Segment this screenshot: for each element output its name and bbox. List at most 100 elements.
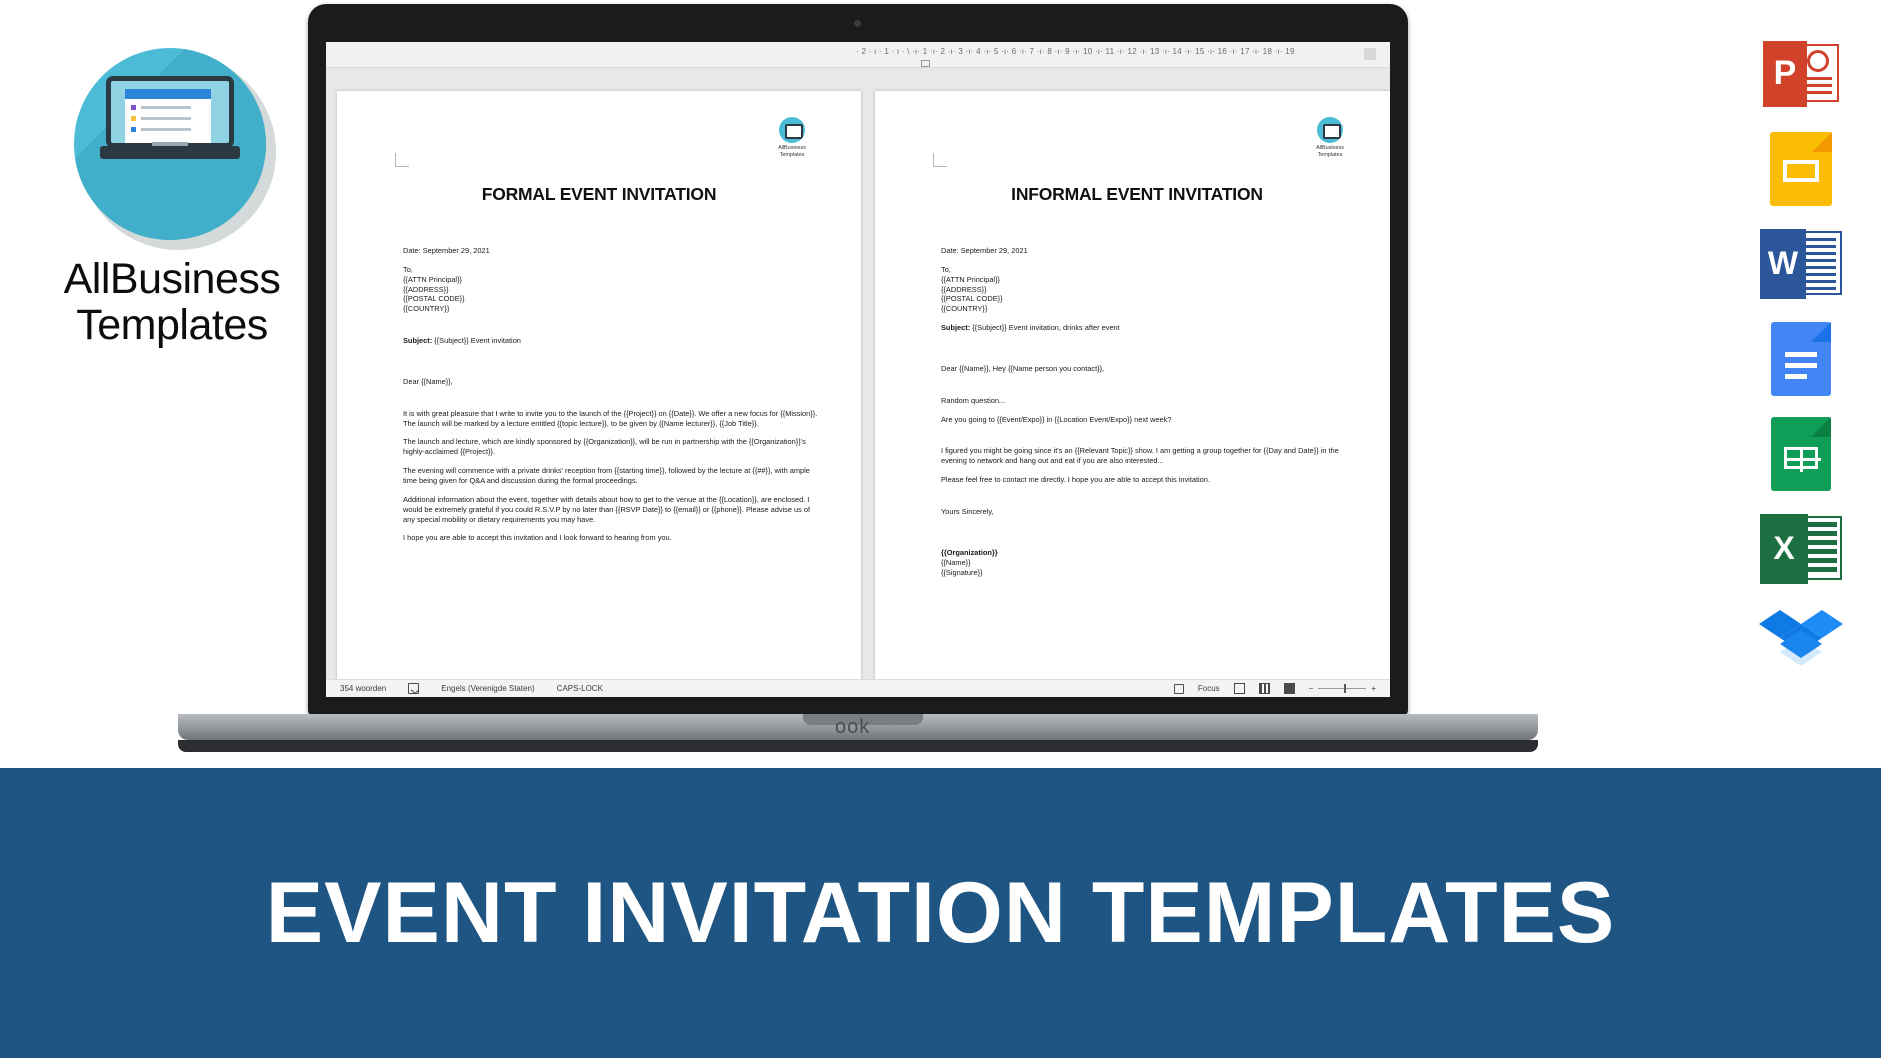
informal-to-line-1: {{ADDRESS}} xyxy=(941,284,987,294)
formal-to-line-0: {{ATTN Principal}} xyxy=(403,274,463,284)
informal-to-label: To, xyxy=(941,264,951,274)
print-layout-icon[interactable] xyxy=(1258,683,1270,694)
formal-to-line-1: {{ADDRESS}} xyxy=(403,284,449,294)
informal-paragraph-1: Are you going to {{Event/Expo}} in {{Loc… xyxy=(941,414,1172,424)
informal-salutation: Dear {{Name}}, Hey {{Name person you con… xyxy=(941,363,1105,373)
zoom-knob[interactable] xyxy=(1344,684,1347,693)
informal-subject-value: {{Subject}} Event invitation, drinks aft… xyxy=(972,323,1120,333)
informal-paragraph-2: I figured you might be going since it's … xyxy=(941,446,1339,466)
rail-item-word[interactable]: W xyxy=(1751,216,1851,311)
google-sheets-icon xyxy=(1771,416,1831,491)
formal-to-label: To, xyxy=(403,264,413,274)
formal-paragraph-3: Additional information about the event, … xyxy=(403,494,811,524)
informal-signature-1: {{Name}} xyxy=(941,557,971,567)
formal-document-body[interactable]: Date: September 29, 2021 To, {{ATTN Prin… xyxy=(403,246,821,552)
informal-to-line-0: {{ATTN Principal}} xyxy=(941,274,1001,284)
rail-item-google-slides[interactable] xyxy=(1751,121,1851,216)
document-canvas[interactable]: AllBusiness Templates FORMAL EVENT INVIT… xyxy=(326,69,1390,687)
zoom-track[interactable] xyxy=(1318,684,1367,693)
brand-title-line2: Templates xyxy=(76,301,268,350)
formal-to-line-3: {{COUNTRY}} xyxy=(403,304,450,314)
zoom-out-button[interactable]: − xyxy=(1309,684,1314,693)
web-layout-icon[interactable] xyxy=(1283,683,1295,694)
formal-document-title: FORMAL EVENT INVITATION xyxy=(481,184,717,204)
proofing-errors-icon[interactable] xyxy=(408,683,420,694)
read-mode-icon[interactable] xyxy=(1233,683,1245,694)
word-application-window: · 2 · ι · 1 · ι · \ ·ι· 1 ·ι· 2 ·ι· 3 ·ι… xyxy=(326,42,1390,697)
informal-date: Date: September 29, 2021 xyxy=(941,246,1028,255)
informal-paragraph-3: Please feel free to contact me directly.… xyxy=(941,475,1210,485)
page-formal-invitation[interactable]: AllBusiness Templates FORMAL EVENT INVIT… xyxy=(337,91,861,687)
formal-subject-label: Subject: xyxy=(403,336,433,346)
informal-paragraph-0: Random question... xyxy=(941,395,1006,405)
bottom-banner: EVENT INVITATION TEMPLATES xyxy=(0,768,1881,1058)
margin-corner-mark xyxy=(933,153,947,167)
focus-mode-icon[interactable] xyxy=(1173,683,1184,694)
laptop-mockup: · 2 · ι · 1 · ι · \ ·ι· 1 ·ι· 2 ·ι· 3 ·ι… xyxy=(178,4,1538,764)
formal-paragraph-2: The evening will commence with a private… xyxy=(403,466,810,485)
informal-signature-0: {{Organization}} xyxy=(941,547,998,557)
formal-to-line-2: {{POSTAL CODE}} xyxy=(403,294,465,304)
rail-item-google-sheets[interactable] xyxy=(1751,406,1851,501)
formal-paragraph-4: I hope you are able to accept this invit… xyxy=(403,533,672,543)
doc-logo-line2: Templates xyxy=(1317,151,1343,158)
zoom-in-button[interactable]: + xyxy=(1371,684,1376,693)
rail-item-excel[interactable]: X xyxy=(1751,501,1851,596)
brand-block: AllBusiness Templates xyxy=(22,48,322,349)
doc-logo-line2: Templates xyxy=(779,151,805,158)
indent-marker[interactable] xyxy=(921,60,930,67)
focus-label[interactable]: Focus xyxy=(1198,684,1220,693)
document-logo: AllBusiness Templates xyxy=(1307,117,1353,159)
formal-salutation: Dear {{Name}}, xyxy=(403,376,453,386)
informal-subject-line: Subject: {{Subject}} Event invitation, d… xyxy=(941,323,1359,333)
google-docs-icon xyxy=(1771,321,1831,396)
document-logo: AllBusiness Templates xyxy=(769,117,815,159)
doc-logo-line1: AllBusiness xyxy=(778,145,806,151)
margin-corner-mark xyxy=(395,153,409,167)
word-status-bar: 354 woorden Engels (Verenigde Staten) CA… xyxy=(326,679,1390,697)
word-letter: W xyxy=(1760,228,1806,299)
language-label[interactable]: Engels (Verenigde Staten) xyxy=(441,684,534,693)
laptop-brand-mark: ook xyxy=(835,716,871,738)
powerpoint-letter: P xyxy=(1763,40,1807,107)
ruler-tab-stop[interactable] xyxy=(1364,48,1376,60)
formal-date: Date: September 29, 2021 xyxy=(403,246,490,255)
google-slides-icon xyxy=(1770,131,1832,206)
rail-item-dropbox[interactable] xyxy=(1751,596,1851,691)
dropbox-glyph xyxy=(1759,609,1843,666)
powerpoint-icon: P xyxy=(1763,40,1839,107)
informal-subject-label: Subject: xyxy=(941,323,971,333)
allbusiness-logo xyxy=(74,48,276,250)
banner-title: EVENT INVITATION TEMPLATES xyxy=(265,864,1616,961)
laptop-icon xyxy=(100,76,240,166)
excel-letter: X xyxy=(1760,513,1808,584)
doc-logo-circle-icon xyxy=(779,117,805,143)
rail-item-google-docs[interactable] xyxy=(1751,311,1851,406)
informal-signature-2: {{Signature}} xyxy=(941,567,983,577)
informal-to-line-3: {{COUNTRY}} xyxy=(941,304,988,314)
brand-title: AllBusiness Templates xyxy=(22,256,322,349)
document-ruler[interactable]: · 2 · ι · 1 · ι · \ ·ι· 1 ·ι· 2 ·ι· 3 ·ι… xyxy=(326,42,1390,68)
excel-icon: X xyxy=(1760,513,1842,584)
informal-document-body[interactable]: Date: September 29, 2021 To, {{ATTN Prin… xyxy=(941,246,1359,577)
webcam-icon xyxy=(854,20,861,27)
rail-item-powerpoint[interactable]: P xyxy=(1751,26,1851,121)
laptop-foot xyxy=(178,740,1538,752)
informal-to-line-2: {{POSTAL CODE}} xyxy=(941,294,1003,304)
brand-title-line1: AllBusiness xyxy=(63,255,281,303)
formal-paragraph-1: The launch and lecture, which are kindly… xyxy=(403,437,806,457)
zoom-slider[interactable]: − + xyxy=(1309,684,1376,693)
file-format-icon-rail: P W X xyxy=(1751,26,1851,691)
formal-subject-line: Subject: {{Subject}} Event invitation xyxy=(403,336,821,346)
caps-lock-label: CAPS-LOCK xyxy=(556,684,603,693)
word-count-label[interactable]: 354 woorden xyxy=(340,684,386,693)
page-informal-invitation[interactable]: AllBusiness Templates INFORMAL EVENT INV… xyxy=(875,91,1390,687)
informal-document-title: INFORMAL EVENT INVITATION xyxy=(1011,184,1263,204)
word-icon: W xyxy=(1760,228,1842,299)
laptop-lid: · 2 · ι · 1 · ι · \ ·ι· 1 ·ι· 2 ·ι· 3 ·ι… xyxy=(308,4,1408,716)
doc-logo-line1: AllBusiness xyxy=(1316,145,1344,151)
doc-logo-circle-icon xyxy=(1317,117,1343,143)
formal-subject-value: {{Subject}} Event invitation xyxy=(434,336,521,346)
formal-paragraph-0: It is with great pleasure that I write t… xyxy=(403,408,818,428)
laptop-circle-icon xyxy=(74,48,266,240)
